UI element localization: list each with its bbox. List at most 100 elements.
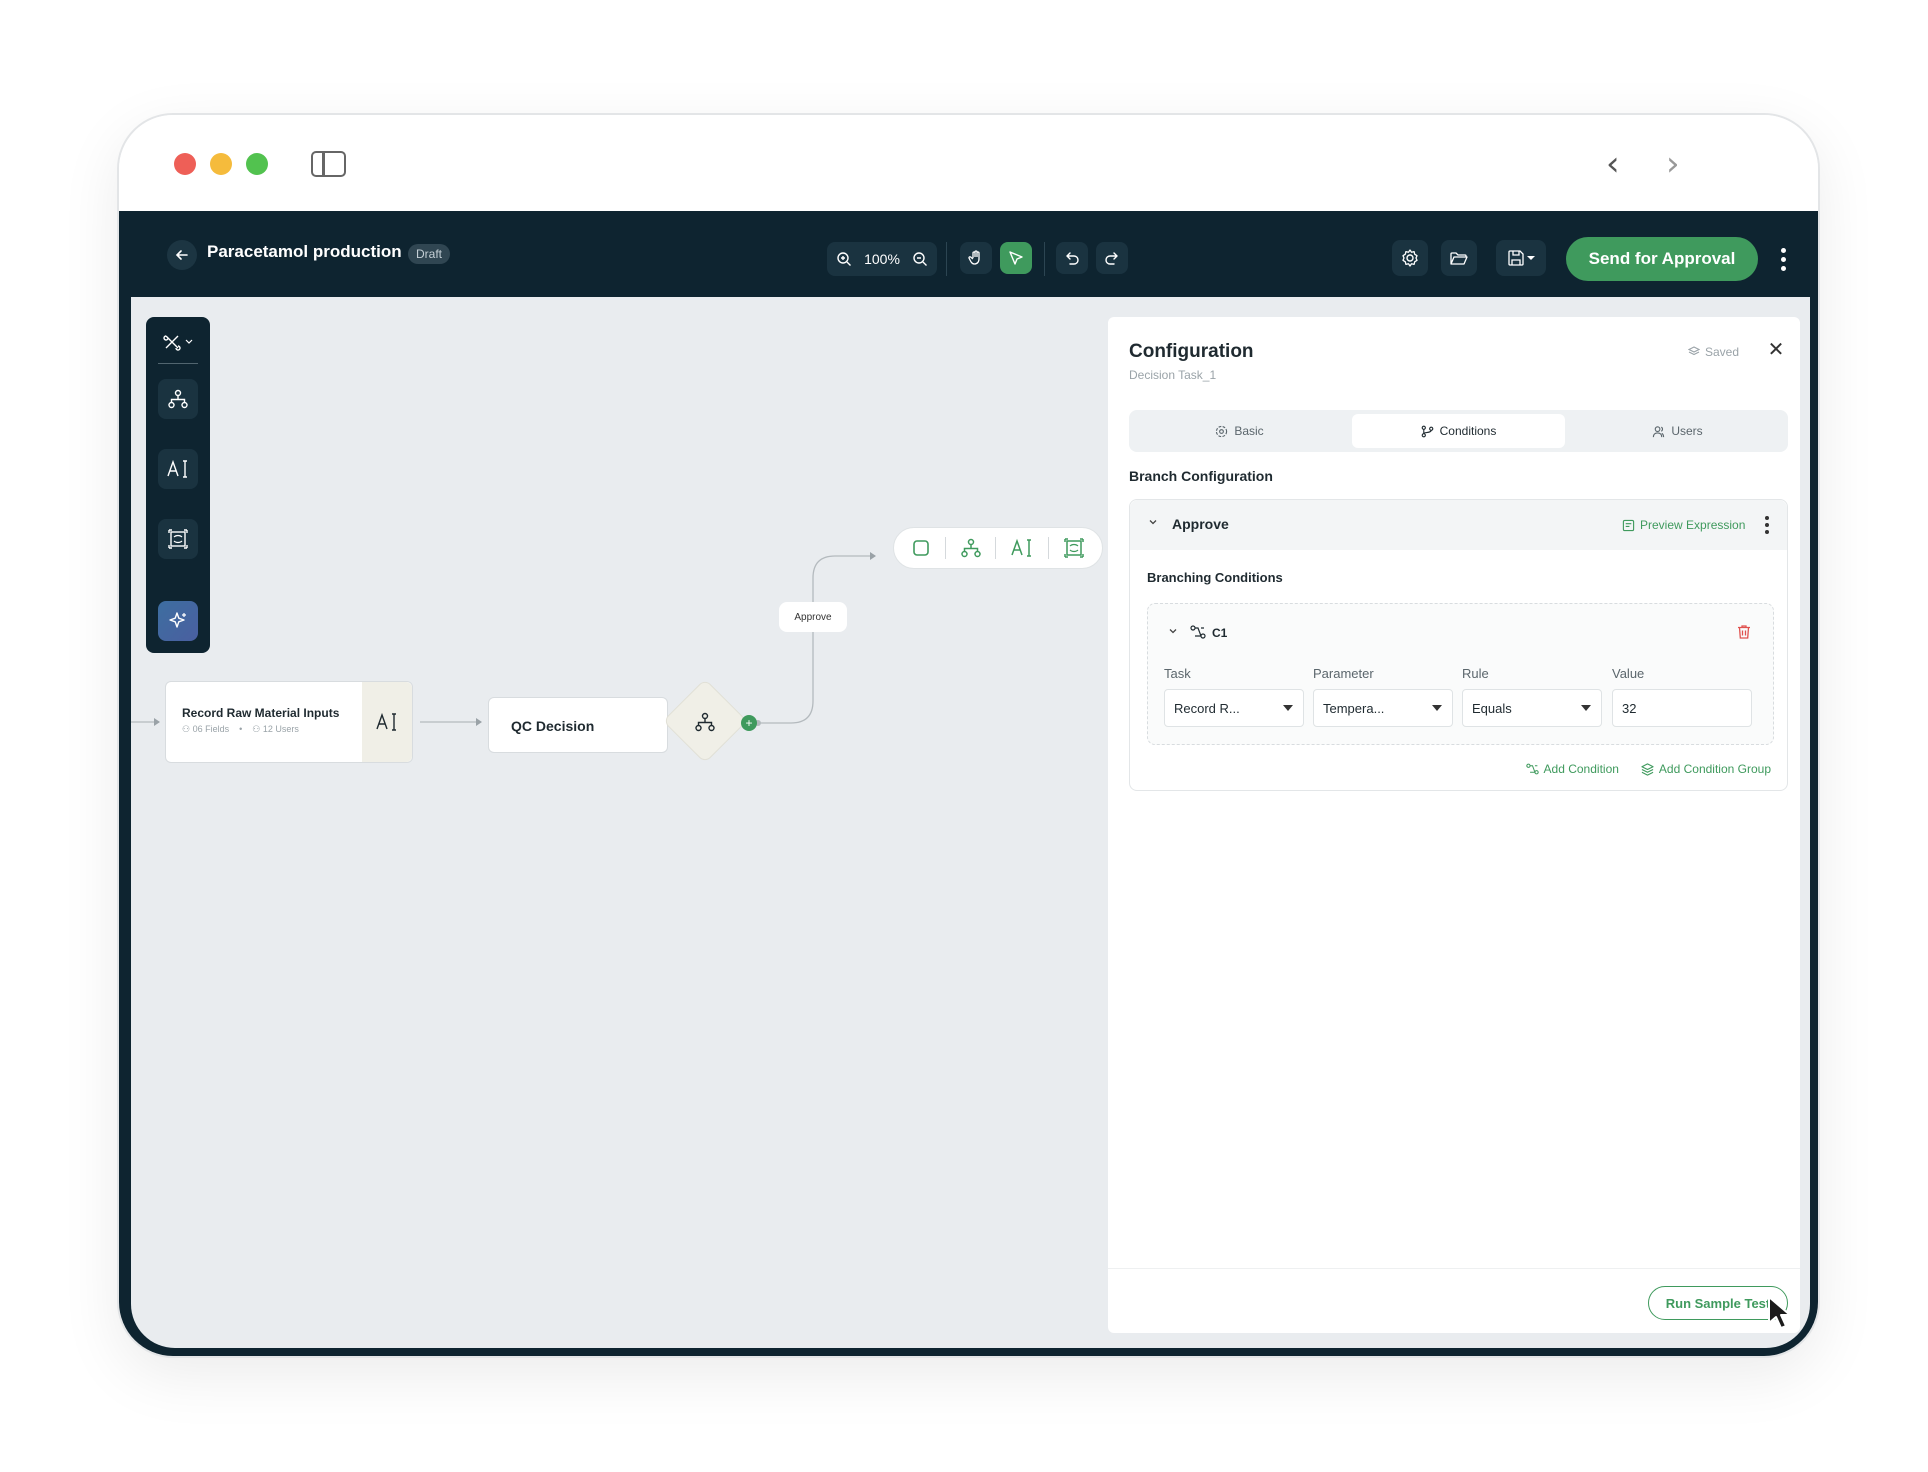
condition-id: C1 [1212,626,1228,640]
branch-name: Approve [1172,516,1229,532]
layers-icon [1641,762,1654,776]
task-select[interactable]: Record R... [1164,689,1304,727]
node-meta: ⚇ 06 Fields • ⚇ 12 Users [182,724,299,735]
form-frame-icon [168,529,188,549]
add-node-button[interactable]: + [741,715,757,731]
record-raw-material-node[interactable]: Record Raw Material Inputs ⚇ 06 Fields •… [165,681,413,763]
branch-card: Approve Preview Expression Branching Con… [1129,499,1788,791]
chevron-down-icon [1527,256,1535,260]
condition-icon [1190,625,1206,639]
fields-count: ⚇ 06 Fields [182,724,230,734]
qc-decision-node[interactable]: QC Decision [488,697,668,753]
select-pointer-button[interactable] [1000,242,1032,274]
more-options-icon[interactable] [1775,241,1791,277]
trash-icon[interactable] [1737,624,1751,640]
node-type-picker [893,527,1103,569]
project-title: Paracetamol production [207,242,402,261]
text-input-icon [362,682,412,762]
caret-down-icon [1581,705,1591,711]
condition-c1: C1 Task Parameter Rule Value Record R... [1147,603,1774,745]
settings-button[interactable] [1392,240,1428,276]
back-arrow-icon[interactable] [167,240,197,270]
save-menu-button[interactable] [1496,240,1546,276]
toolbar-divider [946,242,947,276]
hierarchy-icon [691,708,719,736]
app-window: ‹ › Paracetamol production Draft 100% Se… [117,113,1820,1358]
caret-down-icon [1283,705,1293,711]
config-tabs: Basic Conditions Users [1129,410,1788,452]
palette-decision-node[interactable] [158,379,198,419]
undo-button[interactable] [1056,242,1088,274]
redo-icon [1105,252,1118,265]
tab-conditions[interactable]: Conditions [1352,414,1565,448]
workflow-canvas[interactable]: Record Raw Material Inputs ⚇ 06 Fields •… [131,297,1810,1348]
folder-icon [1450,252,1468,265]
picker-divider [1048,537,1050,559]
tab-label: Users [1671,424,1703,438]
square-node-icon[interactable] [911,538,931,558]
task-value: Record R... [1174,700,1240,716]
preview-expression-link[interactable]: Preview Expression [1622,518,1745,532]
app-frame: Paracetamol production Draft 100% Send f… [119,211,1818,1356]
text-input-icon[interactable] [1010,537,1034,559]
edge-label[interactable]: Approve [779,602,847,632]
branch-header[interactable]: Approve Preview Expression [1130,500,1787,550]
rule-select[interactable]: Equals [1462,689,1602,727]
zoom-out-icon[interactable] [911,250,929,268]
tab-label: Conditions [1439,424,1497,438]
minimize-window-button[interactable] [210,153,232,175]
condition-actions: Add Condition Add Condition Group [1525,762,1771,776]
rule-value: Equals [1472,700,1512,716]
palette-tools-menu[interactable] [158,327,198,357]
parameter-value: Tempera... [1323,700,1385,716]
value-input[interactable]: 32 [1612,689,1752,727]
maximize-window-button[interactable] [246,153,268,175]
nav-back-icon[interactable]: ‹ [1606,147,1620,181]
users-count: ⚇ 12 Users [252,724,299,734]
app-header: Paracetamol production Draft 100% Send f… [119,211,1818,297]
redo-button[interactable] [1096,242,1128,274]
toolbar-divider [1044,242,1045,276]
close-window-button[interactable] [174,153,196,175]
palette-input-node[interactable] [158,449,198,489]
nav-forward-icon[interactable]: › [1666,147,1680,181]
palette-form-node[interactable] [158,519,198,559]
chevron-down-icon[interactable] [1168,626,1178,636]
tab-label: Basic [1234,424,1264,438]
zoom-in-icon[interactable] [835,250,853,268]
panel-title: Configuration [1129,341,1254,362]
chevron-down-icon[interactable] [1148,517,1158,527]
pan-hand-button[interactable] [960,242,992,274]
configuration-panel: Configuration Decision Task_1 Saved ✕ Ba… [1108,317,1800,1333]
send-for-approval-button[interactable]: Send for Approval [1566,237,1758,281]
hand-icon [968,250,980,265]
form-frame-icon[interactable] [1063,537,1085,559]
palette-ai-assistant[interactable] [158,601,198,641]
chevron-down-icon [185,339,193,344]
pointer-icon [1009,251,1023,265]
undo-icon [1066,252,1079,265]
tools-icon [163,335,181,351]
close-icon[interactable]: ✕ [1765,339,1787,361]
zoom-control: 100% [827,242,937,276]
node-palette [146,317,210,653]
window-titlebar: ‹ › [119,115,1818,211]
hierarchy-icon[interactable] [960,537,982,559]
hierarchy-icon [168,389,188,409]
add-condition-label: Add Condition [1543,762,1619,776]
tab-basic[interactable]: Basic [1133,414,1346,448]
mouse-cursor-icon [1768,1296,1791,1329]
branch-options-icon[interactable] [1764,516,1770,534]
zoom-level: 100% [864,251,900,267]
status-badge: Draft [408,244,451,264]
add-condition-button[interactable]: Add Condition [1525,762,1619,776]
add-condition-group-button[interactable]: Add Condition Group [1641,762,1771,776]
tab-users[interactable]: Users [1571,414,1784,448]
sidebar-toggle-icon[interactable] [311,151,346,177]
parameter-label: Parameter [1313,666,1374,681]
open-folder-button[interactable] [1441,240,1477,276]
gear-icon [1216,425,1228,437]
parameter-select[interactable]: Tempera... [1313,689,1453,727]
node-title: QC Decision [511,718,595,734]
preview-label: Preview Expression [1640,518,1746,532]
